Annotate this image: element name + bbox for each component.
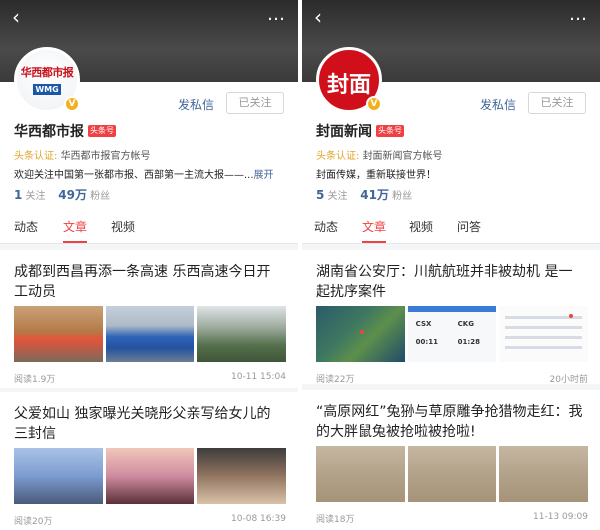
ticket-time: 00:11 (415, 338, 438, 346)
following-count[interactable]: 1 (14, 188, 22, 202)
tab-dynamic[interactable]: 动态 (14, 218, 38, 235)
tab-qa[interactable]: 问答 (457, 218, 481, 235)
article-card[interactable]: 成都到西昌再添一条高速 乐西高速今日开工动员 阅读1.9万 10-11 15:0… (0, 250, 298, 388)
follow-button[interactable]: 已关注 (226, 92, 284, 114)
tab-videos[interactable]: 视频 (409, 218, 433, 235)
tab-bar: 动态 文章 视频 (0, 208, 298, 244)
active-tab-underline (362, 241, 386, 243)
article-card[interactable]: 父爱如山 独家曝光关晓彤父亲写给女儿的三封信 阅读20万 10-08 16:39 (0, 392, 298, 530)
bio: 欢迎关注中国第一张都市报、西部第一主流大报——...展开 (14, 166, 284, 181)
tab-articles[interactable]: 文章 (362, 218, 386, 235)
certification: 头条认证: 封面新闻官方帐号 (316, 147, 443, 162)
following-label: 关注 (327, 191, 348, 202)
ticket-code: CKG (457, 320, 474, 328)
article-card[interactable]: 湖南省公安厅：川航航班并非被劫机 是一起扰序案件 CSX CKG 00:11 0… (302, 250, 600, 385)
ticket-time: 01:28 (457, 338, 480, 346)
publish-time: 10-11 15:04 (231, 372, 286, 382)
ticket-line (505, 326, 583, 329)
tab-bar: 动态 文章 视频 问答 (302, 208, 600, 244)
fans-count[interactable]: 49万 (58, 188, 87, 202)
article-image (316, 306, 405, 362)
avatar-logo-text: 华西都市报 (20, 66, 74, 79)
active-tab-underline (63, 241, 87, 243)
tab-videos[interactable]: 视频 (111, 218, 135, 235)
article-images (14, 306, 287, 362)
article-image (105, 306, 195, 362)
verified-badge-icon: V (366, 96, 382, 112)
article-title[interactable]: 湖南省公安厅：川航航班并非被劫机 是一起扰序案件 (316, 262, 586, 302)
map-marker-icon (360, 330, 364, 334)
publish-time: 11-13 09:09 (533, 512, 588, 522)
name-row: 华西都市报 头条号 (14, 122, 116, 140)
bio-text: 欢迎关注中国第一张都市报、西部第一主流大报——... (14, 170, 254, 181)
article-title[interactable]: “高原网红”兔狲与草原雕争抢猎物走红：我的大胖鼠兔被抢啦被抢啦! (316, 402, 586, 442)
article-title[interactable]: 父爱如山 独家曝光关晓彤父亲写给女儿的三封信 (14, 404, 284, 444)
send-message-button[interactable]: 发私信 (480, 96, 516, 113)
account-tag: 头条号 (376, 125, 404, 137)
tab-articles[interactable]: 文章 (63, 218, 87, 235)
following-count[interactable]: 5 (316, 188, 324, 202)
read-count: 阅读18万 (316, 515, 355, 525)
article-meta: 阅读1.9万 10-11 15:04 (14, 372, 286, 385)
send-message-button[interactable]: 发私信 (178, 96, 214, 113)
fans-label: 粉丝 (90, 191, 111, 202)
bio: 封面传媒，重新联接世界！ (316, 166, 586, 181)
right-profile-panel: ‹ … 封面 V 发私信 已关注 封面新闻 头条号 头条认证: 封面新闻官方帐号… (302, 0, 600, 530)
article-images (14, 448, 287, 504)
article-image (197, 306, 287, 362)
ticket-line (505, 346, 583, 349)
article-image (197, 448, 287, 504)
cert-label: 头条认证: (316, 151, 360, 162)
article-meta: 阅读22万 20小时前 (316, 372, 588, 385)
article-image (499, 306, 589, 362)
article-card[interactable]: “高原网红”兔狲与草原雕争抢猎物走红：我的大胖鼠兔被抢啦被抢啦! 阅读18万 1… (302, 390, 600, 530)
fans-count[interactable]: 41万 (360, 188, 389, 202)
read-count: 阅读22万 (316, 375, 355, 385)
article-title[interactable]: 成都到西昌再添一条高速 乐西高速今日开工动员 (14, 262, 284, 302)
cert-text: 华西都市报官方帐号 (60, 151, 151, 162)
article-image (14, 448, 103, 504)
cert-label: 头条认证: (14, 151, 58, 162)
article-image (105, 448, 195, 504)
ticket-code: CSX (415, 320, 432, 328)
bio-text: 封面传媒，重新联接世界！ (316, 170, 436, 181)
article-image (316, 446, 405, 502)
publish-time: 10-08 16:39 (231, 514, 286, 524)
more-dots-icon[interactable]: … (267, 4, 286, 26)
tab-dynamic[interactable]: 动态 (314, 218, 338, 235)
follow-button[interactable]: 已关注 (528, 92, 586, 114)
article-meta: 阅读20万 10-08 16:39 (14, 514, 286, 527)
back-arrow-icon[interactable]: ‹ (12, 6, 32, 28)
fans-label: 粉丝 (392, 191, 413, 202)
cert-text: 封面新闻官方帐号 (362, 151, 443, 162)
publish-time: 20小时前 (549, 375, 588, 385)
ticket-header (407, 306, 497, 312)
stats: 1 关注 49万 粉丝 (14, 186, 110, 203)
stats: 5 关注 41万 粉丝 (316, 186, 412, 203)
article-image (499, 446, 589, 502)
read-count: 阅读1.9万 (14, 375, 56, 385)
following-label: 关注 (25, 191, 46, 202)
account-name: 华西都市报 (14, 124, 84, 140)
article-images: CSX CKG 00:11 01:28 (316, 306, 589, 362)
account-tag: 头条号 (88, 125, 116, 137)
ticket-line (505, 336, 583, 339)
article-meta: 阅读18万 11-13 09:09 (316, 512, 588, 525)
avatar-logo-box: WMG (33, 84, 61, 95)
account-name: 封面新闻 (316, 124, 372, 140)
expand-link[interactable]: 展开 (254, 170, 274, 181)
verified-badge-icon: V (64, 96, 80, 112)
read-count: 阅读20万 (14, 517, 53, 527)
back-arrow-icon[interactable]: ‹ (314, 6, 334, 28)
left-profile-panel: ‹ … 华西都市报 WMG V 发私信 已关注 华西都市报 头条号 头条认证: … (0, 0, 298, 530)
name-row: 封面新闻 头条号 (316, 122, 404, 140)
certification: 头条认证: 华西都市报官方帐号 (14, 147, 151, 162)
more-dots-icon[interactable]: … (569, 4, 588, 26)
article-image (407, 446, 497, 502)
article-image (14, 306, 103, 362)
article-images (316, 446, 589, 502)
article-image: CSX CKG 00:11 01:28 (407, 306, 497, 362)
avatar-logo-text: 封面 (326, 72, 371, 98)
